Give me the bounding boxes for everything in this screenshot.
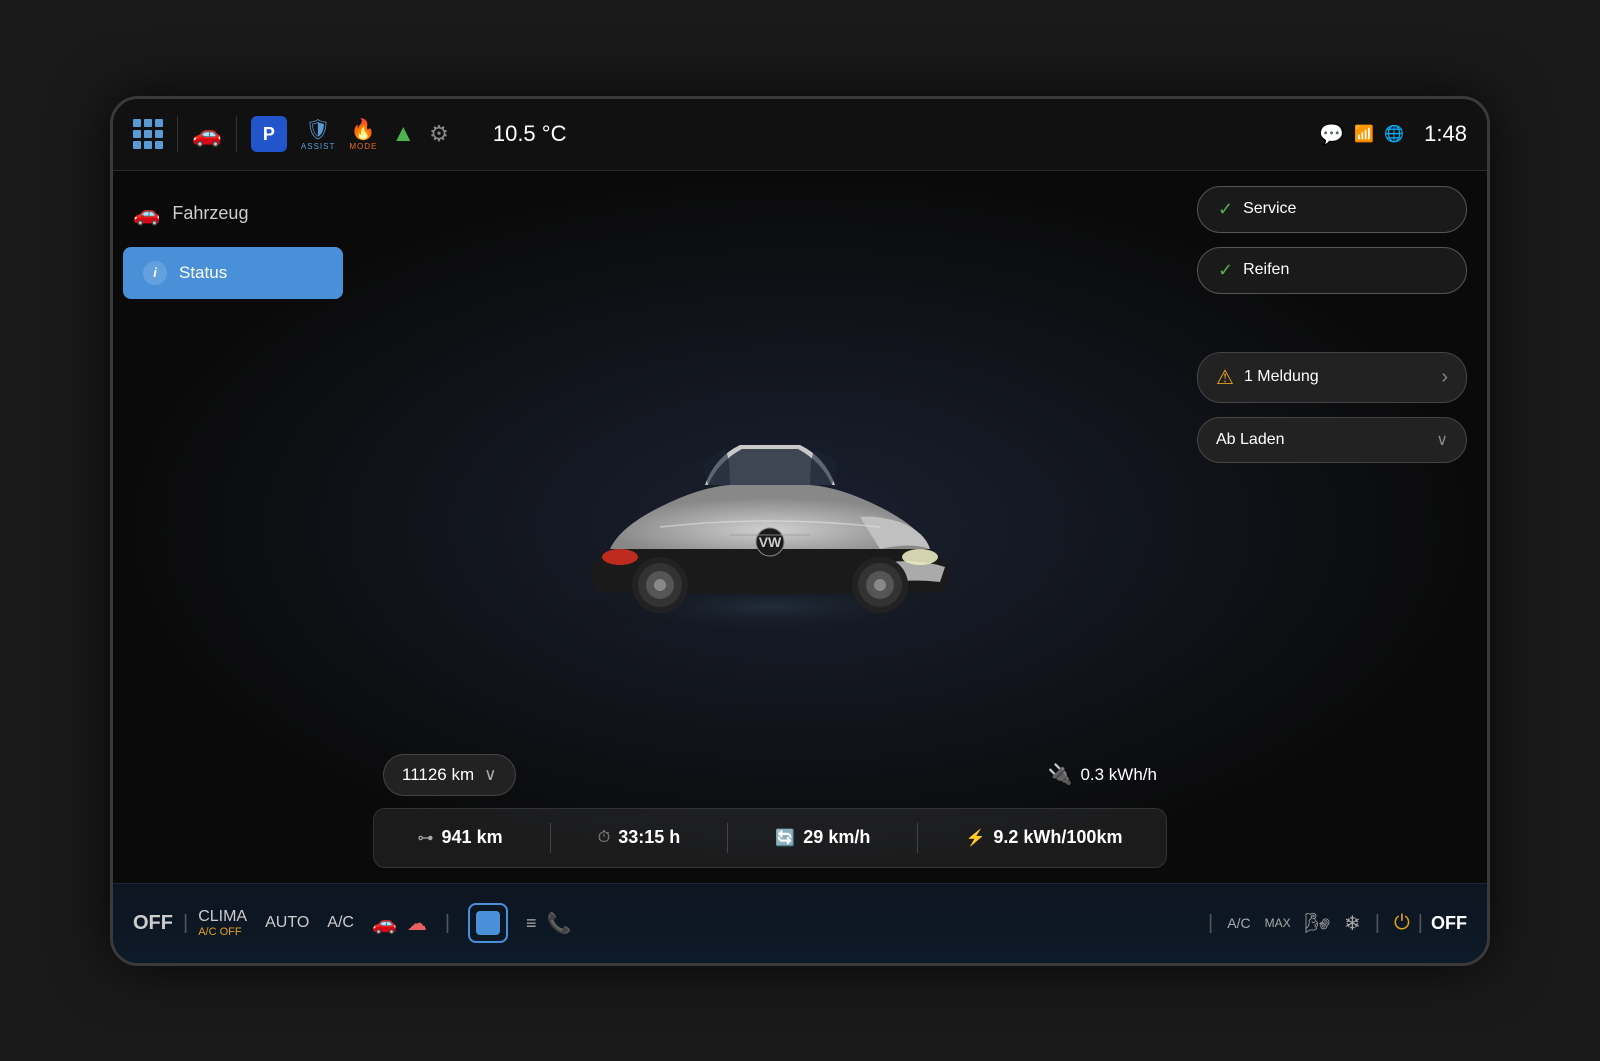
wifi-icon: 🌐 xyxy=(1384,124,1404,144)
warning-label: 1 Meldung xyxy=(1244,368,1319,386)
sidebar-header: 🚗 Fahrzeug xyxy=(113,191,353,247)
ac-max-label: A/C xyxy=(1227,915,1250,931)
right-off-label: OFF xyxy=(1431,913,1467,934)
warning-chevron-icon: › xyxy=(1441,366,1448,389)
clima-text: CLIMA xyxy=(198,908,247,926)
climate-square-button[interactable] xyxy=(468,903,508,943)
status-info-icon: i xyxy=(143,261,167,285)
assist-button[interactable]: 🛡 ASSIST xyxy=(301,117,335,151)
defrost-icon[interactable]: ❄ xyxy=(1344,911,1361,936)
climate-separator-1: | xyxy=(183,912,188,935)
auto-label: AUTO xyxy=(265,914,309,932)
top-bar-left: 🚗 P 🛡 ASSIST 🔥 MODE ▲ ⚙ 10.5 °C xyxy=(133,116,1305,152)
km-selector[interactable]: 11126 km ∨ xyxy=(383,754,516,796)
distance-value: 941 km xyxy=(442,827,503,848)
main-screen: 🚗 P 🛡 ASSIST 🔥 MODE ▲ ⚙ 10.5 °C 💬 📶 xyxy=(110,96,1490,966)
time-value: 33:15 h xyxy=(618,827,680,848)
sidebar-item-status-label: Status xyxy=(179,263,227,283)
right-climate-controls: | A/C MAX 🌬 ❄ | ⏻ | OFF xyxy=(1208,911,1467,936)
trip-distance: ⊶ 941 km xyxy=(418,827,503,848)
service-button[interactable]: ✓ Service xyxy=(1197,186,1467,233)
power-icon[interactable]: ⏻ xyxy=(1394,912,1410,935)
top-bar: 🚗 P 🛡 ASSIST 🔥 MODE ▲ ⚙ 10.5 °C 💬 📶 xyxy=(113,99,1487,171)
stats-area: 11126 km ∨ 🔌 0.3 kWh/h ⊶ 941 km xyxy=(353,744,1187,883)
phone-icon[interactable]: 📞 xyxy=(547,911,572,936)
car-nav-icon[interactable]: 🚗 xyxy=(192,120,222,149)
top-bar-right: 💬 📶 🌐 1:48 xyxy=(1319,121,1467,147)
trip-time: ⏱ 33:15 h xyxy=(598,827,681,848)
climate-separator-4: | xyxy=(1375,912,1380,935)
trip-consumption: ⚡ 9.2 kWh/100km xyxy=(965,827,1122,848)
speed-icon: 🔄 xyxy=(775,828,795,848)
vehicle-icon: 🚗 xyxy=(133,201,160,227)
warning-triangle-icon: ⚠ xyxy=(1216,365,1234,390)
clima-label-group: CLIMA A/C OFF xyxy=(198,908,247,938)
park-button[interactable]: P xyxy=(251,116,287,152)
sidebar-item-status[interactable]: i Status xyxy=(123,247,343,299)
temperature-display: 10.5 °C xyxy=(493,121,567,147)
trip-stats-row: ⊶ 941 km ⏱ 33:15 h 🔄 29 km/h xyxy=(373,808,1167,868)
ac-off-text: A/C OFF xyxy=(198,926,241,938)
reifen-label: Reifen xyxy=(1243,261,1289,279)
main-content: 🚗 Fahrzeug i Status xyxy=(113,171,1487,883)
sidebar: 🚗 Fahrzeug i Status xyxy=(113,171,353,883)
separator-1 xyxy=(177,116,178,152)
sidebar-title: Fahrzeug xyxy=(172,203,248,224)
square-icon xyxy=(476,911,500,935)
service-check-icon: ✓ xyxy=(1218,199,1233,220)
abladen-button[interactable]: Ab Laden ∨ xyxy=(1197,417,1467,463)
service-label: Service xyxy=(1243,200,1296,218)
car-illustration: VW xyxy=(530,367,1010,647)
climate-separator-3: | xyxy=(1208,912,1213,935)
power-off-group: ⏻ | OFF xyxy=(1394,912,1467,935)
right-panel: ✓ Service ✓ Reifen ⚠ 1 Meldung › Ab Lade… xyxy=(1187,171,1487,883)
trip-speed: 🔄 29 km/h xyxy=(775,827,870,848)
abladen-chevron-icon: ∨ xyxy=(1436,430,1448,450)
distance-icon: ⊶ xyxy=(418,828,434,848)
grid-icon[interactable] xyxy=(133,119,163,149)
stats-row-top: 11126 km ∨ 🔌 0.3 kWh/h xyxy=(373,754,1167,796)
stat-divider-1 xyxy=(550,823,551,853)
settings-icon[interactable]: ⚙ xyxy=(429,121,449,147)
spacer xyxy=(1197,308,1467,338)
consumption-value: 9.2 kWh/100km xyxy=(993,827,1122,848)
signal-bar-icon: 📶 xyxy=(1354,124,1374,144)
stat-divider-2 xyxy=(727,823,728,853)
energy-plug-icon: 🔌 xyxy=(1048,762,1073,787)
fan-left-icon[interactable]: ☁ xyxy=(407,911,427,936)
climate-separator-5: | xyxy=(1418,912,1423,935)
navigation-icon[interactable]: ▲ xyxy=(391,120,415,148)
separator-2 xyxy=(236,116,237,152)
reifen-button[interactable]: ✓ Reifen xyxy=(1197,247,1467,294)
consumption-icon: ⚡ xyxy=(965,828,985,848)
message-icon[interactable]: 💬 xyxy=(1319,122,1344,147)
ac-label[interactable]: A/C xyxy=(327,914,354,932)
fan-right-icon[interactable]: 🌬 xyxy=(1305,911,1330,936)
reifen-check-icon: ✓ xyxy=(1218,260,1233,281)
svg-text:VW: VW xyxy=(759,534,782,550)
time-display: 1:48 xyxy=(1424,121,1467,147)
climate-separator-2: | xyxy=(445,912,450,935)
climate-bar: OFF | CLIMA A/C OFF AUTO A/C 🚗 ☁ | ≡ 📞 |… xyxy=(113,883,1487,963)
abladen-label: Ab Laden xyxy=(1216,431,1285,449)
km-chevron-icon: ∨ xyxy=(484,765,496,785)
time-icon: ⏱ xyxy=(598,829,610,847)
stat-divider-3 xyxy=(917,823,918,853)
climate-off-label: OFF xyxy=(133,912,173,935)
warning-button[interactable]: ⚠ 1 Meldung › xyxy=(1197,352,1467,403)
mode-button[interactable]: 🔥 MODE xyxy=(349,117,377,151)
heat-lines-icon: ≡ xyxy=(526,913,537,934)
km-value: 11126 km xyxy=(402,765,474,785)
energy-value: 0.3 kWh/h xyxy=(1080,765,1157,785)
speed-value: 29 km/h xyxy=(803,827,870,848)
energy-display: 🔌 0.3 kWh/h xyxy=(1048,762,1157,787)
ac-max-sub-label: MAX xyxy=(1265,916,1291,930)
seat-heat-icon[interactable]: 🚗 xyxy=(372,911,397,936)
car-area: VW 11126 km ∨ 🔌 0.3 kWh/h xyxy=(353,171,1187,883)
